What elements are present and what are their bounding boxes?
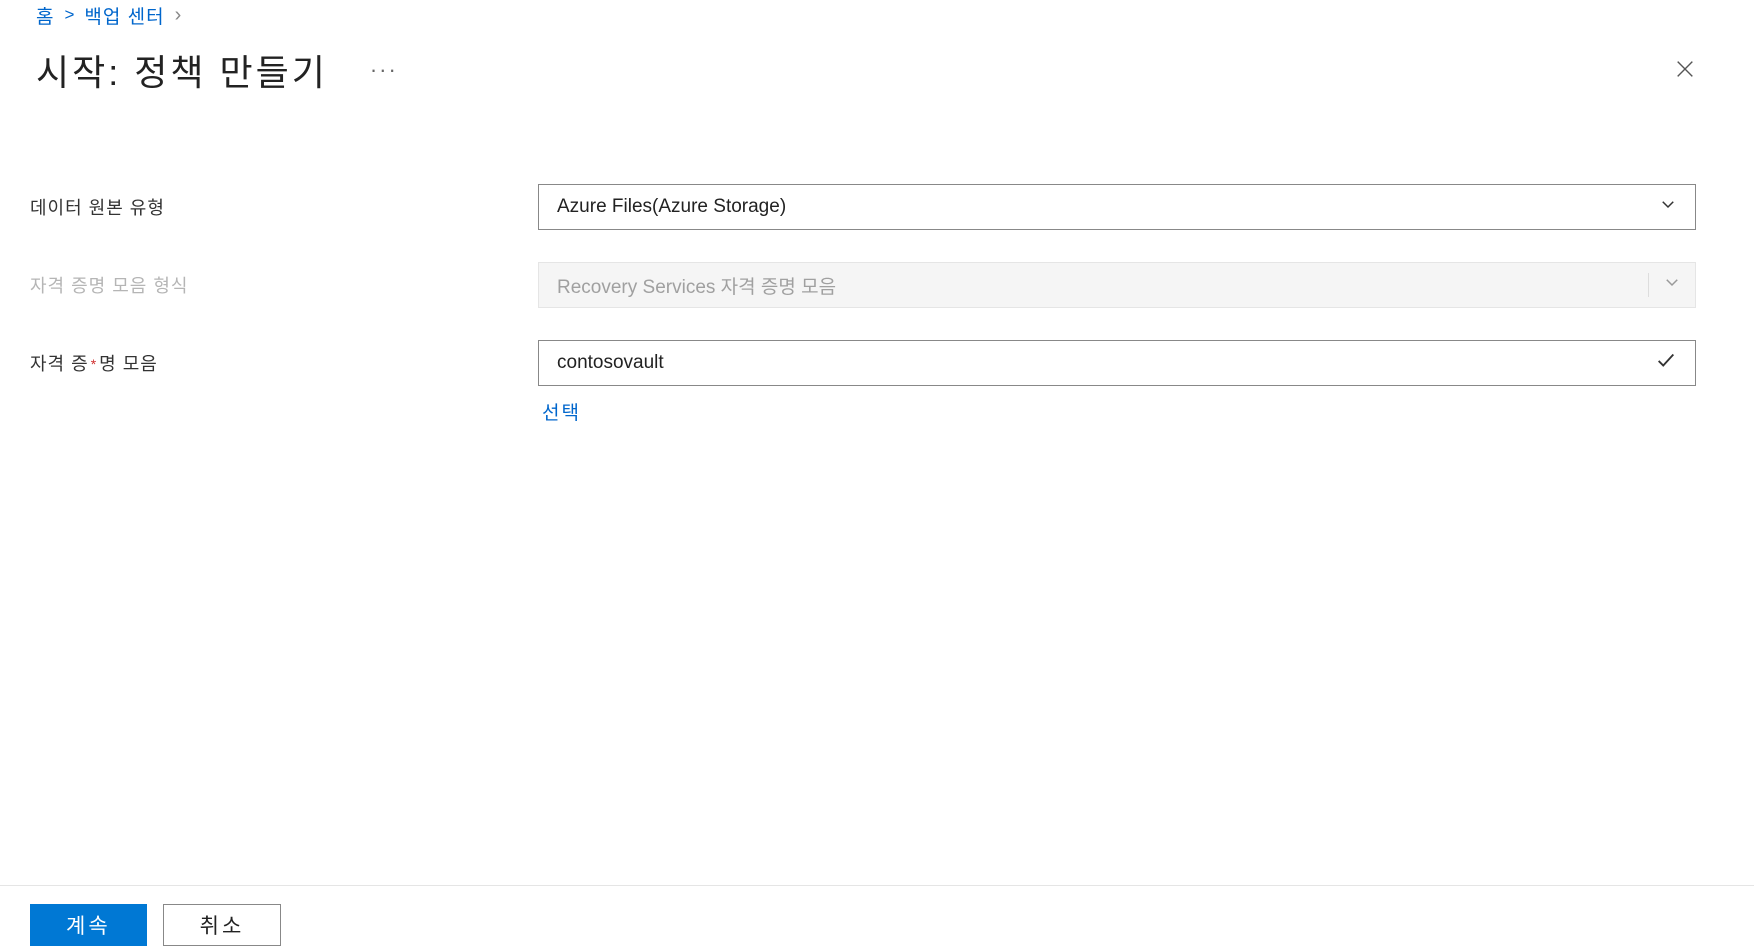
checkmark-icon <box>1655 349 1677 377</box>
footer: 계속 취소 <box>0 885 1754 946</box>
vault-row: 자격 증*명 모음 contosovault 선택 <box>30 340 1696 425</box>
breadcrumb-home[interactable]: 홈 <box>36 2 54 29</box>
datasource-type-select[interactable]: Azure Files(Azure Storage) <box>538 184 1696 230</box>
page-title: 시작: 정책 만들기 ··· <box>36 44 398 96</box>
datasource-type-row: 데이터 원본 유형 Azure Files(Azure Storage) <box>30 184 1696 230</box>
form-section: 데이터 원본 유형 Azure Files(Azure Storage) 자격 … <box>0 96 1754 425</box>
breadcrumb-backup-center[interactable]: 백업 센터 <box>84 2 164 29</box>
breadcrumb-separator: > <box>64 5 74 25</box>
vault-type-label: 자격 증명 모음 형식 <box>30 262 538 298</box>
vault-value: contosovault <box>557 352 664 374</box>
vault-type-row: 자격 증명 모음 형식 Recovery Services 자격 증명 모음 <box>30 262 1696 308</box>
cancel-button[interactable]: 취소 <box>163 904 282 946</box>
breadcrumb: 홈 > 백업 센터 › <box>0 0 1754 30</box>
vault-select[interactable]: contosovault <box>538 340 1696 386</box>
required-asterisk: * <box>91 356 97 372</box>
more-actions-button[interactable]: ··· <box>370 57 398 83</box>
continue-button[interactable]: 계속 <box>30 904 147 946</box>
select-vault-link[interactable]: 선택 <box>538 398 1696 425</box>
chevron-down-icon <box>1648 273 1681 297</box>
close-button[interactable] <box>1666 50 1704 91</box>
page-title-text: 시작: 정책 만들기 <box>36 44 328 96</box>
chevron-down-icon <box>1659 195 1677 219</box>
close-icon <box>1674 68 1696 83</box>
datasource-type-label: 데이터 원본 유형 <box>30 184 538 220</box>
breadcrumb-separator: › <box>175 4 182 27</box>
page-header: 시작: 정책 만들기 ··· <box>0 30 1754 96</box>
vault-label: 자격 증*명 모음 <box>30 340 538 376</box>
datasource-type-value: Azure Files(Azure Storage) <box>557 196 786 218</box>
vault-type-select: Recovery Services 자격 증명 모음 <box>538 262 1696 308</box>
vault-type-value: Recovery Services 자격 증명 모음 <box>557 272 836 299</box>
